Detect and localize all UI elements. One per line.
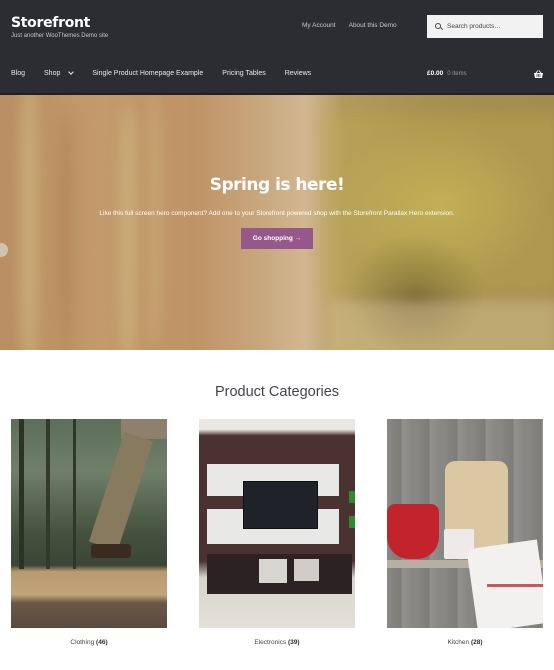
nav-shop[interactable]: Shop	[44, 69, 75, 77]
category-name: Electronics	[254, 639, 287, 646]
category-label[interactable]: Kitchen (28)	[387, 639, 543, 646]
category-count: (39)	[288, 639, 300, 646]
category-kitchen[interactable]: Kitchen (28)	[387, 419, 543, 646]
cart-item-count: 0 items	[447, 70, 467, 77]
site-title-link[interactable]: Storefront	[11, 15, 108, 31]
hero-description: Like this full screen hero component? Ad…	[99, 210, 455, 217]
primary-navigation: Blog Shop Single Product Homepage Exampl…	[11, 69, 330, 77]
category-image-clothing[interactable]	[11, 419, 167, 628]
category-label[interactable]: Electronics (39)	[199, 639, 355, 646]
hero-section: Spring is here! Like this full screen he…	[0, 95, 554, 350]
search-input[interactable]	[447, 23, 543, 30]
cart-total: £0.00	[427, 70, 444, 77]
product-search[interactable]	[427, 15, 543, 38]
nav-reviews[interactable]: Reviews	[285, 70, 311, 77]
secondary-navigation: My Account About this Demo	[302, 22, 397, 29]
nav-single-product-homepage[interactable]: Single Product Homepage Example	[92, 70, 203, 77]
basket-icon[interactable]	[534, 70, 543, 78]
category-name: Kitchen	[447, 639, 470, 646]
category-image-kitchen[interactable]	[387, 419, 543, 628]
chevron-down-icon[interactable]	[68, 69, 75, 75]
site-header: Storefront Just another WooThemes Demo s…	[0, 0, 554, 95]
nav-about-demo[interactable]: About this Demo	[349, 22, 397, 29]
category-image-electronics[interactable]	[199, 419, 355, 628]
nav-blog[interactable]: Blog	[11, 70, 25, 77]
category-clothing[interactable]: Clothing (46)	[11, 419, 167, 646]
category-count: (46)	[96, 639, 108, 646]
header-cart[interactable]: £0.00 0 items	[427, 70, 543, 78]
category-count: (28)	[470, 639, 483, 646]
product-categories-title: Product Categories	[214, 384, 340, 400]
nav-label: Pricing Tables	[222, 70, 266, 77]
nav-label: Shop	[44, 70, 61, 77]
nav-label: Reviews	[284, 70, 312, 77]
go-shopping-button[interactable]: Go shopping →	[240, 228, 314, 249]
site-branding: Storefront Just another WooThemes Demo s…	[11, 15, 108, 39]
search-icon	[435, 22, 443, 31]
category-name: Clothing	[70, 639, 95, 646]
category-label[interactable]: Clothing (46)	[11, 639, 167, 646]
nav-label: Single Product Homepage Example	[92, 70, 204, 77]
nav-pricing-tables[interactable]: Pricing Tables	[222, 70, 265, 77]
nav-my-account[interactable]: My Account	[302, 22, 336, 29]
nav-label: Blog	[11, 70, 26, 77]
site-description: Just another WooThemes Demo site	[11, 33, 109, 39]
category-electronics[interactable]: Electronics (39)	[199, 419, 355, 646]
hero-title: Spring is here!	[209, 175, 345, 195]
hero-content: Spring is here! Like this full screen he…	[0, 175, 554, 249]
